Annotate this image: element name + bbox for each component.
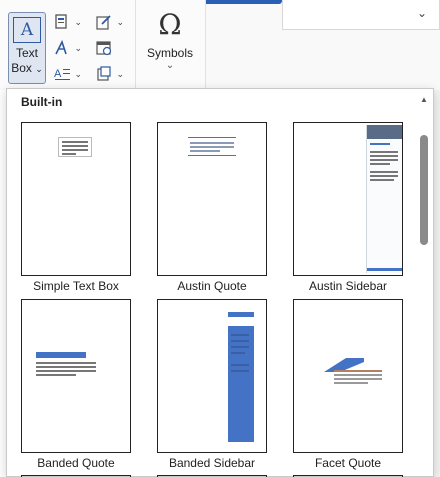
gallery-item-caption: Banded Quote [37, 456, 115, 470]
quick-parts-icon [55, 14, 67, 29]
gallery-item-austin-sidebar[interactable]: Austin Sidebar [293, 122, 403, 293]
scroll-thumb[interactable] [420, 135, 428, 245]
ribbon: A Text Box ⌄ ⌄ ⌄ A ⌄ ⌄ ⌄ Ω Symbols ⌄ ⌄ [0, 0, 440, 90]
gallery-item-caption: Austin Quote [177, 279, 247, 293]
scrollbar[interactable]: ▲ [419, 93, 429, 476]
gallery-item-caption: Facet Quote [314, 456, 382, 470]
symbols-group: Ω Symbols ⌄ [136, 0, 206, 88]
thumbnail [293, 122, 403, 276]
symbols-button[interactable]: Ω Symbols ⌄ [140, 10, 200, 84]
quick-parts-button[interactable]: ⌄ [54, 14, 82, 32]
svg-text:A: A [54, 68, 62, 80]
chevron-down-icon: ⌄ [165, 60, 175, 71]
date-time-button[interactable] [96, 40, 124, 58]
chevron-down-icon[interactable]: ⌄ [417, 6, 427, 20]
gallery-item-banded-sidebar[interactable]: Banded Sidebar [157, 299, 267, 470]
wordart-button[interactable]: ⌄ [54, 40, 82, 58]
calendar-icon [96, 41, 112, 56]
drop-cap-icon: A [54, 68, 70, 80]
text-box-icon: A [13, 17, 41, 43]
thumbnail [157, 299, 267, 453]
text-box-label: Text Box ⌄ [11, 46, 43, 75]
active-tab-indicator [200, 0, 282, 4]
text-box-button[interactable]: A Text Box ⌄ [8, 12, 46, 84]
gallery-item-caption: Austin Sidebar [308, 279, 388, 293]
text-box-preview [58, 137, 92, 157]
text-box-gallery: Built-in ▲ Simple Text Box Austin Quote [6, 88, 434, 477]
text-group: A Text Box ⌄ ⌄ ⌄ A ⌄ ⌄ ⌄ [0, 0, 136, 88]
gallery-item-caption: Banded Sidebar [168, 456, 256, 470]
signature-line-button[interactable]: ⌄ [96, 14, 124, 32]
scroll-up-icon[interactable]: ▲ [420, 95, 428, 104]
thumbnail [293, 299, 403, 453]
object-icon [97, 66, 111, 81]
gallery-item-austin-quote[interactable]: Austin Quote [157, 122, 267, 293]
section-header: Built-in [21, 95, 63, 109]
signature-line-icon [96, 15, 111, 30]
gallery-item-facet-quote[interactable]: Facet Quote [293, 299, 403, 470]
ribbon-right-panel: ⌄ [282, 0, 440, 30]
gallery-item-banded-quote[interactable]: Banded Quote [21, 299, 131, 470]
omega-icon: Ω [158, 8, 182, 41]
drop-cap-button[interactable]: A ⌄ [54, 66, 82, 84]
thumbnail [21, 299, 131, 453]
object-button[interactable]: ⌄ [96, 66, 124, 84]
symbols-label: Symbols [146, 46, 193, 60]
gallery-item-simple-text-box[interactable]: Simple Text Box [21, 122, 131, 293]
wordart-icon [55, 40, 67, 55]
gallery-item-caption: Simple Text Box [33, 279, 119, 293]
thumbnail [157, 122, 267, 276]
thumbnail [21, 122, 131, 276]
